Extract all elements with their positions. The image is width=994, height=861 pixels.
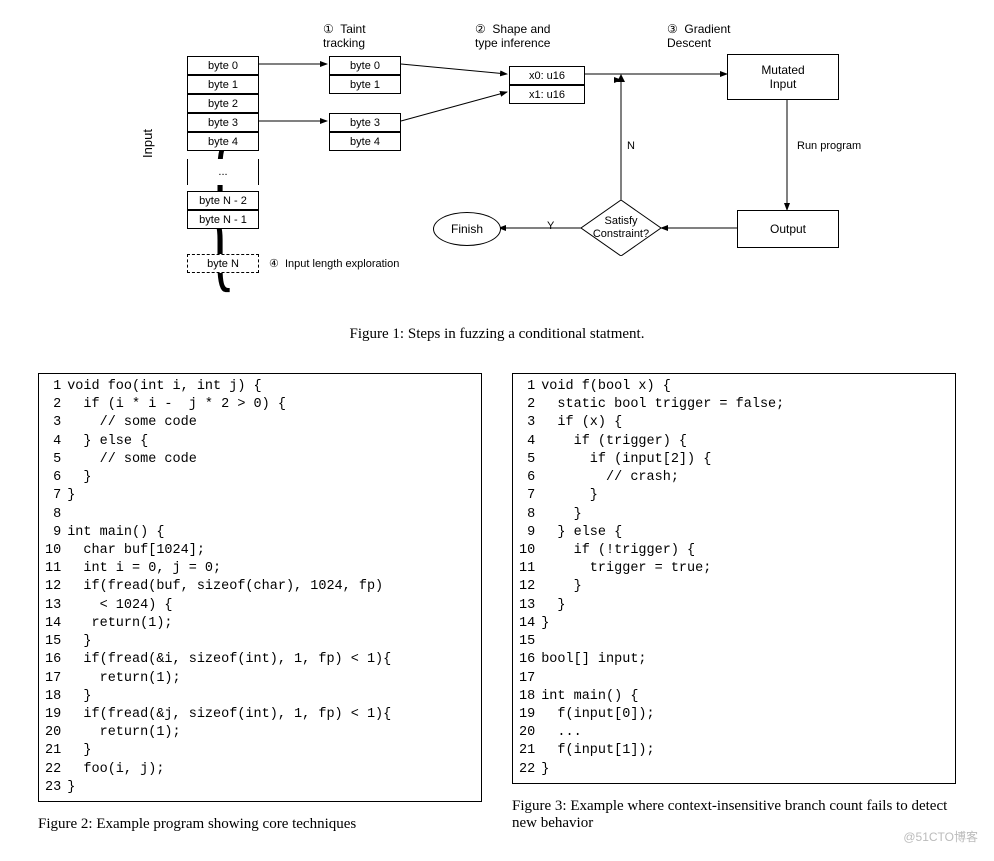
listing-3-column: 1 2 3 4 5 6 7 8 9 10 11 12 13 14 15 16 1… <box>512 373 956 832</box>
taint-byte-cell: byte 4 <box>329 132 401 151</box>
mutated-input-box: Mutated Input <box>727 54 839 100</box>
taint-byte-cell: byte 3 <box>329 113 401 132</box>
input-byte-cell: byte 0 <box>187 56 259 75</box>
input-byte-cell: byte N - 1 <box>187 210 259 229</box>
input-byte-cell: byte 2 <box>187 94 259 113</box>
no-label: N <box>627 140 635 153</box>
step4-label: ④ Input length exploration <box>269 258 399 271</box>
step1-label: ① Taint tracking <box>323 22 366 51</box>
input-extra-byte: byte N <box>187 254 259 273</box>
listings-row: 1 2 3 4 5 6 7 8 9 10 11 12 13 14 15 16 1… <box>30 373 964 833</box>
input-label: Input <box>140 129 155 158</box>
listing-2-codebox: 1 2 3 4 5 6 7 8 9 10 11 12 13 14 15 16 1… <box>38 373 482 802</box>
figure-2-caption: Figure 2: Example program showing core t… <box>38 816 482 833</box>
figure-3-caption: Figure 3: Example where context-insensit… <box>512 798 956 832</box>
listing-2-column: 1 2 3 4 5 6 7 8 9 10 11 12 13 14 15 16 1… <box>38 373 482 833</box>
step2-label: ② Shape and type inference <box>475 22 550 51</box>
input-byte-cell: ... <box>187 159 259 185</box>
listing-2-code: void foo(int i, int j) { if (i * i - j *… <box>67 378 475 797</box>
run-program-label: Run program <box>797 140 861 153</box>
shape-cell: x0: u16 <box>509 66 585 85</box>
taint-byte-cell: byte 1 <box>329 75 401 94</box>
watermark: @51CTO博客 <box>903 828 978 845</box>
figure-1-caption: Figure 1: Steps in fuzzing a conditional… <box>30 326 964 343</box>
step3-label: ③ Gradient Descent <box>667 22 730 51</box>
listing-2-linenums: 1 2 3 4 5 6 7 8 9 10 11 12 13 14 15 16 1… <box>45 378 67 797</box>
decision-diamond: Satisfy Constraint? <box>581 200 661 256</box>
shape-cell: x1: u16 <box>509 85 585 104</box>
listing-3-linenums: 1 2 3 4 5 6 7 8 9 10 11 12 13 14 15 16 1… <box>519 378 541 779</box>
figure-1-diagram: ① Taint tracking ② Shape and type infere… <box>87 20 907 320</box>
decision-text: Satisfy Constraint? <box>593 215 649 240</box>
input-byte-cell: byte 4 <box>187 132 259 151</box>
input-byte-cell: byte 3 <box>187 113 259 132</box>
listing-3-code: void f(bool x) { static bool trigger = f… <box>541 378 949 779</box>
output-box: Output <box>737 210 839 248</box>
taint-byte-cell: byte 0 <box>329 56 401 75</box>
input-byte-cell: byte N - 2 <box>187 191 259 210</box>
input-byte-cell: byte 1 <box>187 75 259 94</box>
yes-label: Y <box>547 220 554 233</box>
listing-3-codebox: 1 2 3 4 5 6 7 8 9 10 11 12 13 14 15 16 1… <box>512 373 956 784</box>
finish-node: Finish <box>433 212 501 246</box>
